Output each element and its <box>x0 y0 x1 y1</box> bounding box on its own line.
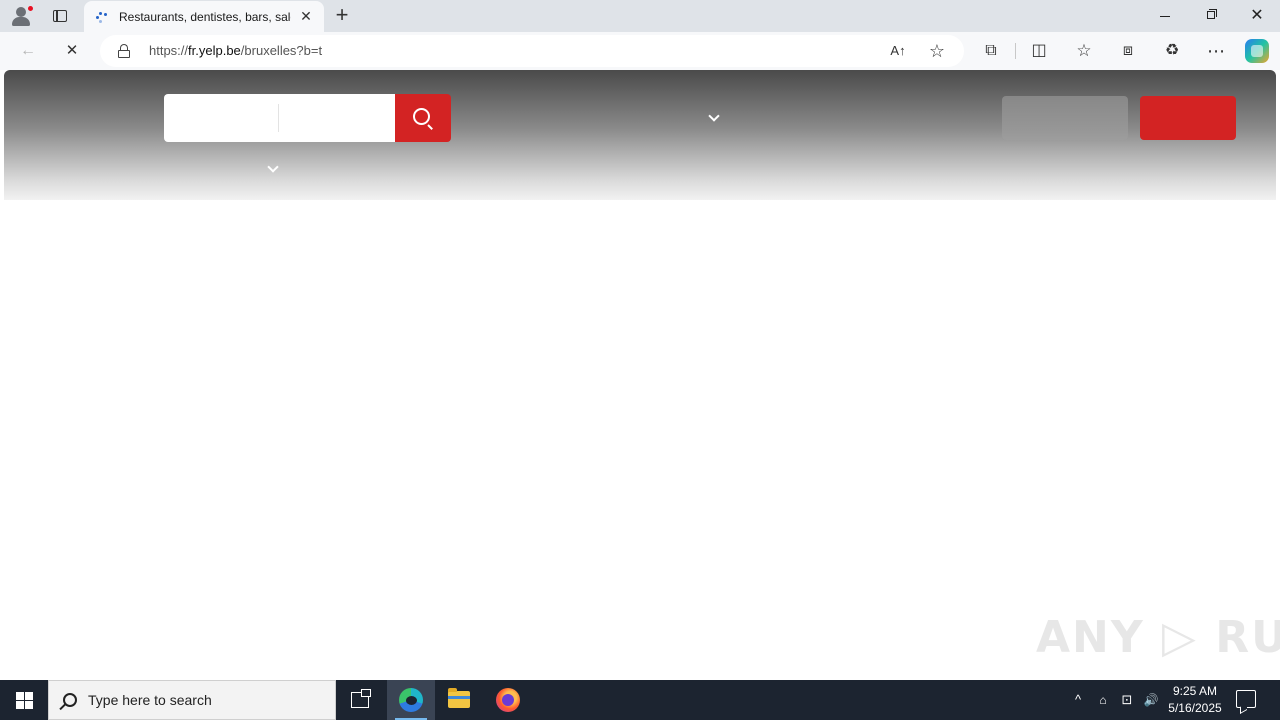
find-input[interactable] <box>164 94 278 142</box>
taskbar: Type here to search ^ ⌂ ⊡ 🔊 9:25 AM 5/16… <box>0 680 1280 720</box>
profile-icon <box>16 7 26 17</box>
firefox-icon <box>496 688 520 712</box>
notifications-icon[interactable] <box>1236 690 1256 708</box>
browser-essentials-icon[interactable]: ♻ <box>1160 40 1184 62</box>
address-bar[interactable]: https://fr.yelp.be/bruxelles?b=t A↑ ☆ <box>100 35 964 67</box>
meet-now-icon[interactable]: ⌂ <box>1094 680 1112 720</box>
folder-icon <box>448 688 470 708</box>
stop-loading-button[interactable]: ✕ <box>58 38 86 64</box>
toolbar-separator <box>1015 43 1016 59</box>
notification-dot <box>27 5 34 12</box>
clock-time: 9:25 AM <box>1172 684 1218 698</box>
favorites-icon[interactable]: ☆ <box>1072 40 1096 62</box>
taskbar-firefox[interactable] <box>484 680 532 720</box>
split-screen-icon[interactable]: ◫ <box>1027 40 1051 62</box>
add-favorite-icon[interactable]: ☆ <box>927 41 947 61</box>
url-text[interactable]: https://fr.yelp.be/bruxelles?b=t <box>149 43 322 58</box>
signup-button[interactable] <box>1140 96 1236 140</box>
copilot-icon[interactable] <box>1245 39 1269 63</box>
show-hidden-icons-chevron-icon[interactable]: ^ <box>1068 680 1088 720</box>
windows-icon <box>16 692 24 700</box>
edge-icon <box>399 688 423 712</box>
tab-strip: Restaurants, dentistes, bars, salons de … <box>0 0 1280 32</box>
network-icon[interactable]: ⊡ <box>1117 680 1137 720</box>
taskbar-search-placeholder: Type here to search <box>88 692 212 708</box>
taskbar-clock[interactable]: 9:25 AM 5/16/2025 <box>1164 683 1226 717</box>
profile-button[interactable] <box>8 4 36 28</box>
more-categories-chevron-icon[interactable] <box>268 163 278 173</box>
taskbar-edge[interactable] <box>387 680 435 720</box>
near-input[interactable] <box>279 94 395 142</box>
taskbar-file-explorer[interactable] <box>435 680 483 720</box>
volume-icon[interactable]: 🔊 <box>1140 680 1162 720</box>
tab-close-icon[interactable]: ✕ <box>298 8 314 24</box>
restore-button[interactable] <box>1188 0 1234 32</box>
search-form <box>164 94 395 142</box>
anyrun-watermark: ANY ▷ RUN <box>1036 612 1280 663</box>
clock-date: 5/16/2025 <box>1168 701 1222 715</box>
extensions-icon[interactable]: ⧉ <box>979 40 1003 62</box>
loading-icon <box>94 10 110 24</box>
search-icon <box>63 693 77 707</box>
search-icon <box>413 108 430 125</box>
web-page <box>4 70 1276 676</box>
task-view-button[interactable] <box>336 680 384 720</box>
new-tab-button[interactable]: + <box>330 4 354 28</box>
lock-icon[interactable] <box>118 44 130 58</box>
task-view-icon <box>351 689 371 708</box>
category-dropdown-chevron-icon[interactable] <box>709 112 719 122</box>
read-aloud-icon[interactable]: A↑ <box>888 41 908 61</box>
hero-header <box>4 70 1276 200</box>
tab-actions-icon <box>53 10 67 22</box>
more-icon[interactable]: ⋯ <box>1204 40 1228 62</box>
close-window-button[interactable]: ✕ <box>1234 0 1280 32</box>
back-button[interactable]: ← <box>14 38 42 64</box>
start-button[interactable] <box>0 680 48 720</box>
tab-active[interactable]: Restaurants, dentistes, bars, salons de … <box>84 1 324 32</box>
screen: Restaurants, dentistes, bars, salons de … <box>0 0 1280 720</box>
collections-icon[interactable]: ⧈ <box>1116 40 1140 62</box>
login-button[interactable] <box>1002 96 1128 140</box>
profile-icon-body <box>12 17 30 26</box>
search-button[interactable] <box>395 94 451 142</box>
taskbar-search[interactable]: Type here to search <box>48 680 336 720</box>
browser-toolbar: ← ✕ https://fr.yelp.be/bruxelles?b=t A↑ … <box>0 32 1280 70</box>
tab-actions-button[interactable] <box>48 4 72 28</box>
minimize-button[interactable] <box>1142 0 1188 32</box>
tab-title: Restaurants, dentistes, bars, salons de … <box>119 10 291 24</box>
